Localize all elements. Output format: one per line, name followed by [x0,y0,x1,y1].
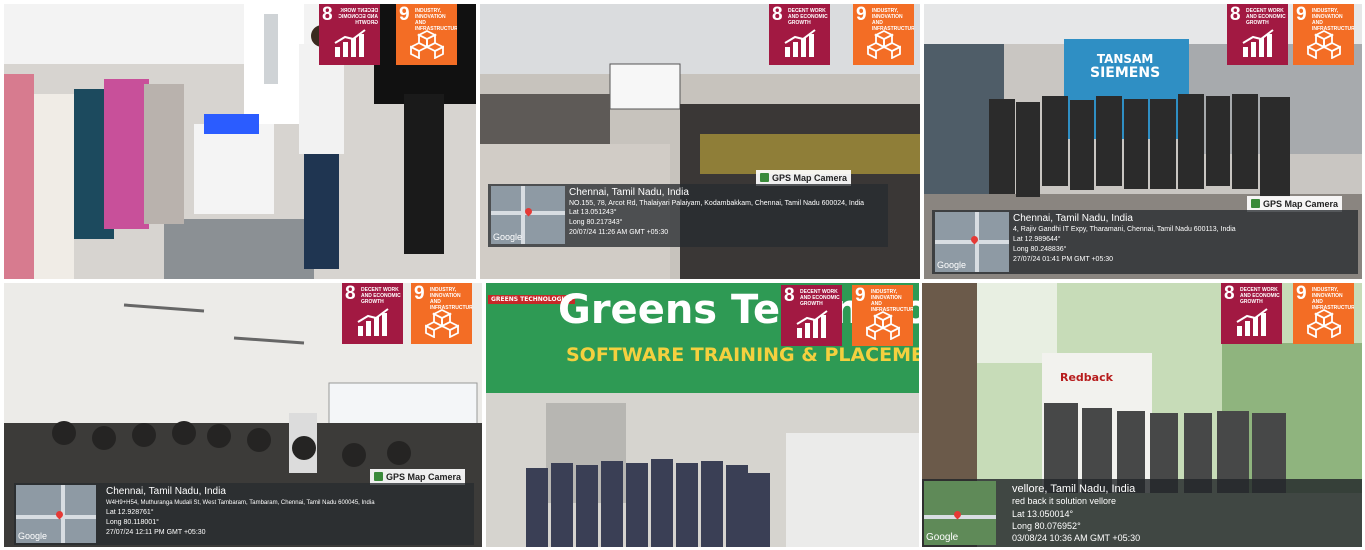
growth-chart-icon [796,310,828,338]
cubes-icon [410,29,444,59]
sdg-goal-9-badge: 9 INDUSTRY, INNOVATION AND INFRASTRUCTUR… [1293,4,1354,65]
sdg-goal-8-badge: 8 DECENT WORK AND ECONOMIC GROWTH [1221,283,1282,344]
sdg-number: 8 [1230,4,1241,25]
sdg-label: DECENT WORK AND ECONOMIC GROWTH [788,8,828,26]
sdg-number: 8 [322,4,333,25]
gps-timestamp: 27/07/24 01:41 PM GMT +05:30 [1013,256,1114,263]
sdg-goal-9-badge: 9 INDUSTRY, INNOVATION AND INFRASTRUCTUR… [1293,283,1354,344]
sdg-number: 9 [1296,283,1307,304]
gps-address: NO.155, 78, Arcot Rd, Thalaiyari Palaiya… [569,200,865,207]
gps-longitude: Long 80.076952° [1012,521,1081,531]
gps-address: 4, Rajiv Gandhi IT Expy, Tharamani, Chen… [1013,226,1236,233]
gps-address: W4H9+H54, Muthuranga Mudali St, West Tam… [106,500,375,506]
cubes-icon [866,310,900,340]
gps-overlay: Google Chennai, Tamil Nadu, India W4H9+H… [14,483,474,545]
map-thumbnail: Google [491,186,565,244]
gps-city: vellore, Tamil Nadu, India [1012,483,1136,495]
google-watermark: Google [937,260,967,270]
cubes-icon [425,308,459,338]
tansam-sign-line1: TANSAM [1096,52,1154,66]
photo-classroom: 8 DECENT WORK AND ECONOMIC GROWTH 9 INDU… [4,283,482,547]
tansam-sign: TANSAM SIEMENS [1090,52,1160,80]
gps-city: Chennai, Tamil Nadu, India [1013,213,1133,224]
sdg-label: DECENT WORK AND ECONOMIC GROWTH [800,289,840,307]
sdg-goal-9-badge: 9 INDUSTRY, INNOVATION AND INFRASTRUCTUR… [852,285,913,346]
growth-chart-icon [784,29,816,57]
gps-address: red back it solution vellore [1012,496,1117,506]
cubes-icon [1307,308,1341,338]
sdg-goal-9-badge: 9 INDUSTRY, INNOVATION AND INFRASTRUCTUR… [396,4,457,65]
sdg-number: 8 [1224,283,1235,304]
gps-overlay: Google Chennai, Tamil Nadu, India 4, Raj… [932,210,1358,274]
sdg-goal-8-badge: 8 DECENT WORK AND ECONOMIC GROWTH [1227,4,1288,65]
gps-timestamp: 27/07/24 12:11 PM GMT +05:30 [106,529,206,536]
growth-chart-icon [1242,29,1274,57]
gps-camera-icon [1251,199,1260,208]
gps-latitude: Lat 12.989644° [1013,236,1061,243]
gps-city: Chennai, Tamil Nadu, India [569,187,689,198]
sdg-goal-8-badge: 8 DECENT WORK AND ECONOMIC GROWTH [342,283,403,344]
gps-camera-icon [374,472,383,481]
gps-tag-label: GPS Map Camera [1263,199,1339,209]
sdg-number: 9 [414,283,425,304]
gps-latitude: Lat 13.050014° [1012,509,1074,519]
gps-tag-label: GPS Map Camera [386,472,462,482]
gps-longitude: Long 80.248836° [1013,246,1067,253]
gps-overlay: Google Chennai, Tamil Nadu, India NO.155… [488,184,888,247]
sdg-number: 9 [855,285,866,306]
sdg-label: DECENT WORK AND ECONOMIC GROWTH [361,287,401,305]
gps-overlay: Google vellore, Tamil Nadu, India red ba… [922,479,1362,547]
sdg-goal-8-badge: 8 DECENT WORK AND ECONOMIC GROWTH [319,4,380,65]
sdg-label: DECENT WORK AND ECONOMIC GROWTH [1246,8,1286,26]
gps-latitude: Lat 13.051243° [569,209,617,216]
google-watermark: Google [18,531,48,541]
gps-timestamp: 20/07/24 11:26 AM GMT +05:30 [569,229,669,236]
sdg-number: 9 [856,4,867,25]
gps-longitude: Long 80.217343° [569,219,623,226]
photo-tansam-siemens: TANSAM SIEMENS 8 DECENT WORK AND ECONOMI… [924,4,1362,279]
sdg-goal-8-badge: 8 DECENT WORK AND ECONOMIC GROWTH [769,4,830,65]
map-thumbnail: Google [935,212,1009,272]
growth-chart-icon [357,308,389,336]
cubes-icon [867,29,901,59]
growth-chart-icon [1236,308,1268,336]
sdg-number: 8 [345,283,356,304]
map-thumbnail: Google [924,481,996,545]
gps-tag-label: GPS Map Camera [772,173,848,183]
photo-greens-technologies: GREENS TECHNOLOGIES Greens Technologies … [486,283,919,547]
cubes-icon [1307,29,1341,59]
sdg-number: 8 [784,285,795,306]
sdg-goal-8-badge: 8 DECENT WORK AND ECONOMIC GROWTH [781,285,842,346]
gps-latitude: Lat 12.928761° [106,509,154,516]
gps-city: Chennai, Tamil Nadu, India [106,486,226,497]
sdg-number: 9 [1296,4,1307,25]
gps-longitude: Long 80.118001° [106,519,159,526]
sdg-goal-9-badge: 9 INDUSTRY, INNOVATION AND INFRASTRUCTUR… [411,283,472,344]
gps-camera-icon [760,173,769,182]
sdg-number: 9 [399,4,410,25]
tansam-sign-line2: SIEMENS [1090,65,1161,81]
sdg-label: DECENT WORK AND ECONOMIC GROWTH [1240,287,1280,305]
greens-sign-sub: SOFTWARE TRAINING & PLACEMENT [566,344,919,366]
sdg-goal-9-badge: 9 INDUSTRY, INNOVATION AND INFRASTRUCTUR… [853,4,914,65]
sdg-label: DECENT WORK AND ECONOMIC GROWTH [338,8,378,26]
photo-redback-solution: Redback 8 DECENT WORK AND ECONOMIC GROWT… [922,283,1362,547]
growth-chart-icon [334,29,366,57]
map-thumbnail: Google [16,485,96,543]
google-watermark: Google [493,232,523,242]
redback-sign: Redback [1060,371,1113,384]
google-watermark: Google [926,532,959,543]
gps-timestamp: 03/08/24 10:36 AM GMT +05:30 [1012,533,1141,543]
photo-lab-visit: 8 DECENT WORK AND ECONOMIC GROWTH 9 INDU… [4,4,476,279]
photo-seminar-hall: 8 DECENT WORK AND ECONOMIC GROWTH 9 INDU… [480,4,920,279]
sdg-number: 8 [772,4,783,25]
